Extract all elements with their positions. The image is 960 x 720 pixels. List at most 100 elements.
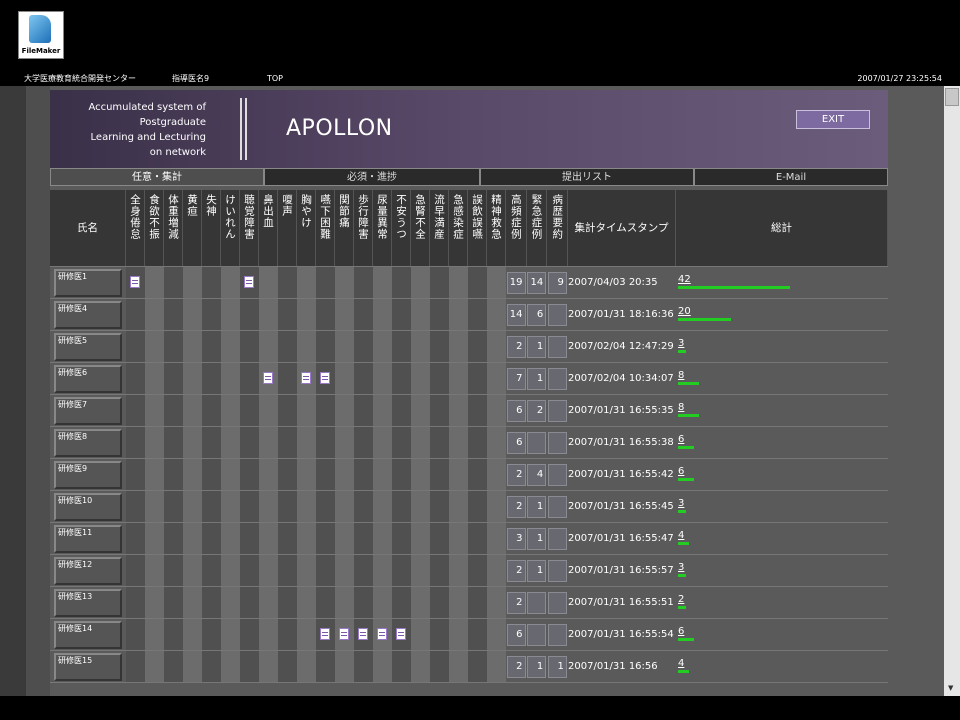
symptom-cell xyxy=(430,363,449,394)
memo-icon[interactable] xyxy=(320,372,330,384)
total-value: 8 xyxy=(678,370,685,381)
timestamp-cell: 2007/04/03 20:35 xyxy=(568,277,658,288)
symptom-cell xyxy=(354,491,373,522)
top-status-bar: 大学医療教育統合開発センター 指導医名9 TOP 2007/01/27 23:2… xyxy=(0,72,960,86)
table-bottom-border xyxy=(50,682,888,683)
symptom-cell xyxy=(202,395,221,426)
vertical-scrollbar[interactable]: ▼ xyxy=(944,86,960,696)
symptom-header-label: 尿量異常 xyxy=(376,194,388,240)
symptom-cell xyxy=(392,523,411,554)
symptom-header-label: 黄疸 xyxy=(186,194,198,217)
symptom-cell xyxy=(240,427,259,458)
top-link[interactable]: TOP xyxy=(267,72,283,86)
resident-name-button[interactable]: 研修医11 xyxy=(54,525,122,553)
symptom-cell xyxy=(373,587,392,618)
scroll-down-arrow-icon[interactable]: ▼ xyxy=(948,684,953,692)
symptom-cell xyxy=(430,299,449,330)
symptom-cell xyxy=(126,299,145,330)
memo-icon[interactable] xyxy=(244,276,254,288)
symptom-cell xyxy=(335,459,354,490)
exit-button[interactable]: EXIT xyxy=(796,110,870,129)
count-value: 3 xyxy=(506,528,526,550)
table-row: 研修医7 6 2 2007/01/31 16:55:35 8 xyxy=(50,394,888,426)
timestamp-cell: 2007/01/31 16:55:51 xyxy=(568,597,674,608)
total-value: 6 xyxy=(678,466,685,477)
symptom-cell xyxy=(316,299,335,330)
memo-icon[interactable] xyxy=(130,276,140,288)
symptom-cell xyxy=(259,363,278,394)
symptom-cell xyxy=(297,555,316,586)
memo-icon[interactable] xyxy=(320,628,330,640)
resident-name-button[interactable]: 研修医7 xyxy=(54,397,122,425)
symptom-cell xyxy=(468,459,487,490)
memo-icon[interactable] xyxy=(358,628,368,640)
symptom-cell xyxy=(145,491,164,522)
total-value: 8 xyxy=(678,402,685,413)
symptom-header-label: 体重増減 xyxy=(167,194,179,240)
tab-email[interactable]: E-Mail xyxy=(694,168,888,186)
count-value xyxy=(547,336,567,358)
table-row: 研修医14 6 2007/01/31 16:55:54 6 xyxy=(50,618,888,650)
resident-name-button[interactable]: 研修医14 xyxy=(54,621,122,649)
symptom-cell xyxy=(297,523,316,554)
symptom-column-header: 体重増減 xyxy=(164,190,183,266)
symptom-cell xyxy=(468,331,487,362)
symptom-cell xyxy=(126,651,145,682)
memo-icon[interactable] xyxy=(396,628,406,640)
symptom-cell xyxy=(297,459,316,490)
center-name: 大学医療教育統合開発センター xyxy=(24,74,136,83)
symptom-cell xyxy=(126,523,145,554)
tab-submission-list[interactable]: 提出リスト xyxy=(480,168,694,186)
resident-name-button[interactable]: 研修医12 xyxy=(54,557,122,585)
symptom-header-label: 鼻出血 xyxy=(262,194,274,229)
scrollbar-thumb[interactable] xyxy=(945,88,959,106)
symptom-cell xyxy=(316,587,335,618)
symptom-cell xyxy=(240,587,259,618)
resident-name-button[interactable]: 研修医1 xyxy=(54,269,122,297)
count-value: 1 xyxy=(527,368,547,390)
symptom-cell xyxy=(354,587,373,618)
symptom-cell xyxy=(392,459,411,490)
symptom-header-label: 全身倦怠 xyxy=(129,194,141,240)
symptom-cell xyxy=(183,523,202,554)
memo-icon[interactable] xyxy=(377,628,387,640)
tab-voluntary-summary[interactable]: 任意・集計 xyxy=(50,168,264,186)
name-column-header: 氏名 xyxy=(50,190,126,266)
symptom-cell xyxy=(221,331,240,362)
resident-name-button[interactable]: 研修医5 xyxy=(54,333,122,361)
resident-name-button[interactable]: 研修医4 xyxy=(54,301,122,329)
symptom-cell xyxy=(354,619,373,650)
symptom-cell xyxy=(373,363,392,394)
resident-name-button[interactable]: 研修医9 xyxy=(54,461,122,489)
symptom-cell xyxy=(259,555,278,586)
count-value: 2 xyxy=(506,592,526,614)
total-header-label: 総計 xyxy=(771,222,792,234)
resident-name-button[interactable]: 研修医15 xyxy=(54,653,122,681)
symptom-header-label: けいれん xyxy=(224,194,236,240)
symptom-cell xyxy=(202,491,221,522)
symptom-cell xyxy=(297,363,316,394)
symptom-cell xyxy=(278,651,297,682)
symptom-cell xyxy=(221,651,240,682)
total-bar xyxy=(678,670,689,673)
count-value: 1 xyxy=(527,528,547,550)
memo-icon[interactable] xyxy=(301,372,311,384)
memo-icon[interactable] xyxy=(263,372,273,384)
symptom-cell xyxy=(145,427,164,458)
resident-name-button[interactable]: 研修医10 xyxy=(54,493,122,521)
tab-required-progress[interactable]: 必須・進捗 xyxy=(264,168,480,186)
count-value: 6 xyxy=(506,400,526,422)
resident-name-button[interactable]: 研修医6 xyxy=(54,365,122,393)
symptom-header-label: 嚥下困難 xyxy=(319,194,331,240)
stamp-column-header: 集計タイムスタンプ xyxy=(568,190,676,266)
symptom-cell xyxy=(316,619,335,650)
symptom-cell xyxy=(411,491,430,522)
symptom-cell xyxy=(164,459,183,490)
left-margin xyxy=(0,86,50,696)
symptom-column-header: 鼻出血 xyxy=(259,190,278,266)
symptom-column-header: 不安うつ xyxy=(392,190,411,266)
memo-icon[interactable] xyxy=(339,628,349,640)
symptom-cell xyxy=(335,491,354,522)
resident-name-button[interactable]: 研修医8 xyxy=(54,429,122,457)
resident-name-button[interactable]: 研修医13 xyxy=(54,589,122,617)
